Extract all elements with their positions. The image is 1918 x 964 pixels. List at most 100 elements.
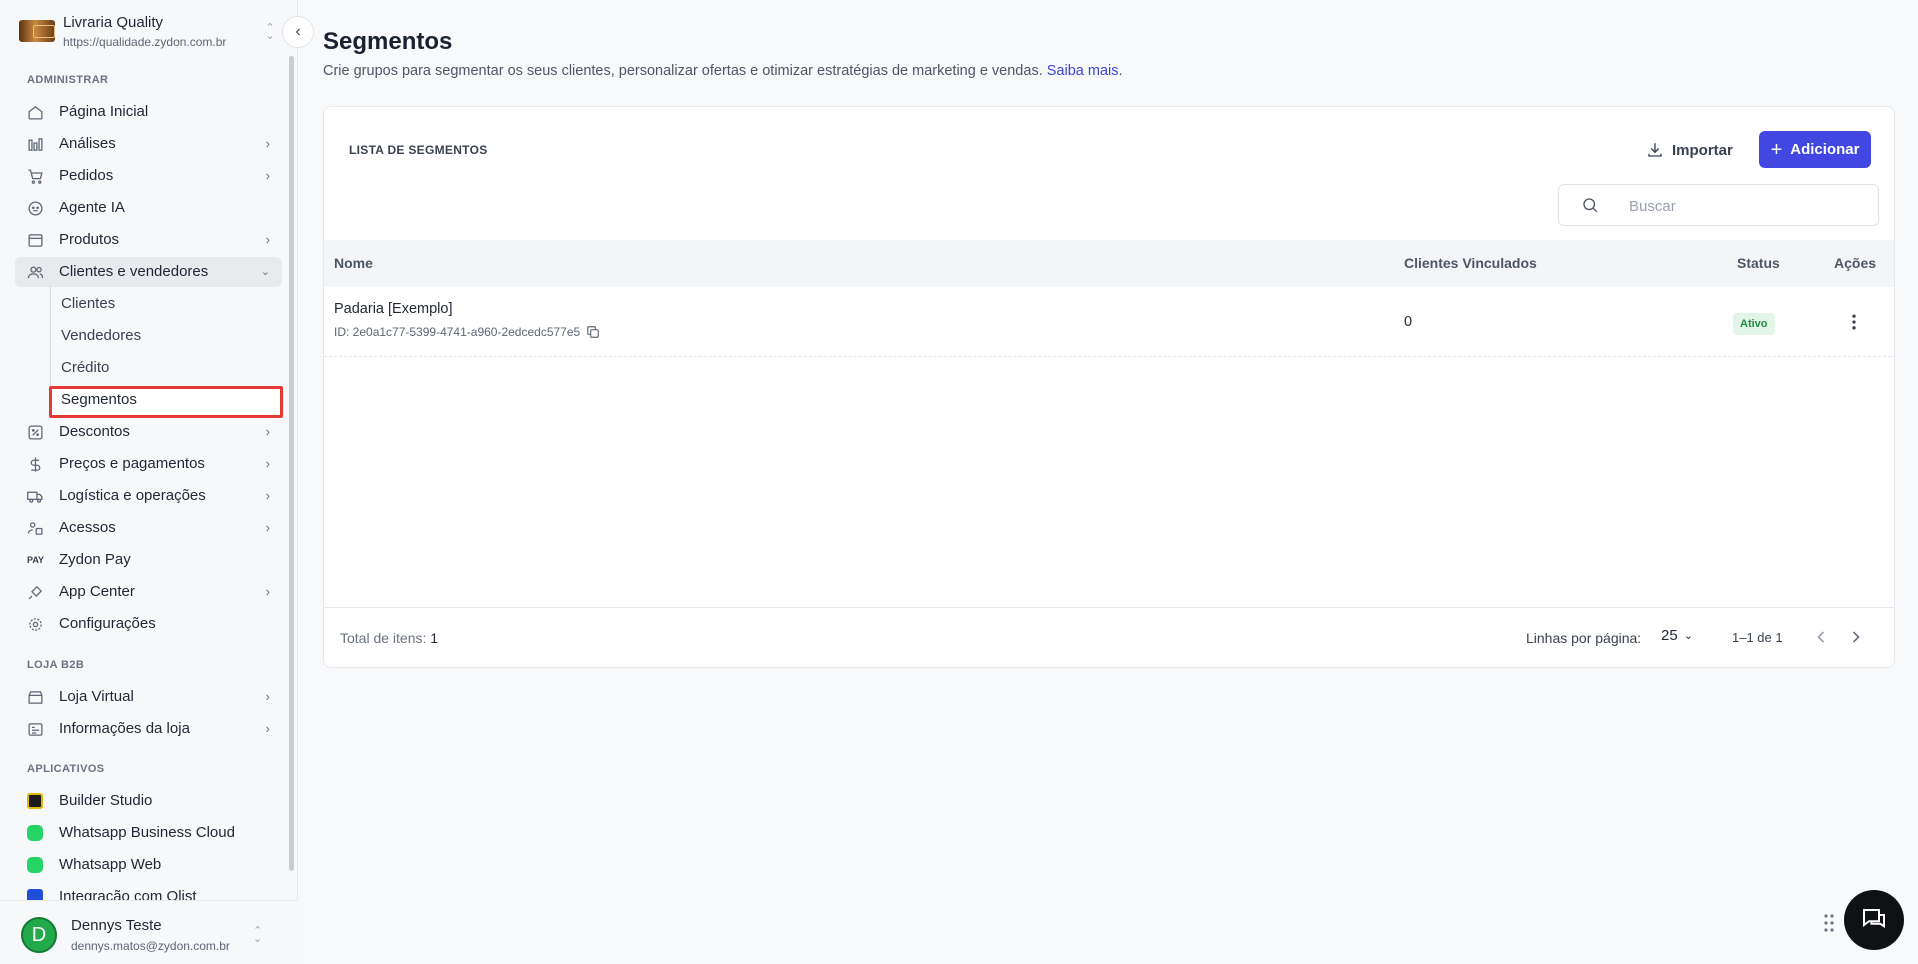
sidebar-subitem-vendedores[interactable]: Vendedores	[61, 324, 141, 348]
segment-id: ID: 2e0a1c77-5399-4741-a960-2edcedc577e5	[334, 325, 600, 339]
avatar: D	[21, 917, 57, 953]
sidebar-app-whatsapp-web[interactable]: Whatsapp Web	[15, 850, 282, 880]
sidebar-item-loja-virtual[interactable]: Loja Virtual ›	[15, 682, 282, 712]
sidebar-item-zydon-pay[interactable]: PAY Zydon Pay	[15, 545, 282, 575]
add-button[interactable]: + Adicionar	[1759, 131, 1871, 168]
segments-card: LISTA DE SEGMENTOS Importar + Adicionar …	[323, 106, 1895, 668]
cart-icon	[28, 169, 43, 184]
sidebar-app-olist[interactable]: Integração com Olist	[15, 882, 282, 900]
sidebar-item-analises[interactable]: Análises ›	[15, 129, 282, 159]
chevron-right-icon: ›	[265, 232, 270, 247]
sidebar-item-label: Builder Studio	[59, 792, 153, 809]
sidebar-item-label: App Center	[59, 583, 135, 600]
chevron-right-icon: ›	[265, 456, 270, 471]
user-menu[interactable]: D Dennys Teste dennys.matos@zydon.com.br…	[0, 900, 298, 964]
column-header-name[interactable]: Nome	[334, 255, 373, 271]
gear-icon	[29, 618, 42, 631]
page-description: Crie grupos para segmentar os seus clien…	[323, 63, 1123, 79]
sidebar-item-produtos[interactable]: Produtos ›	[15, 225, 282, 255]
sidebar-subitem-clientes[interactable]: Clientes	[61, 292, 115, 316]
chevron-right-icon: ›	[265, 584, 270, 599]
copy-icon[interactable]	[586, 325, 600, 339]
sidebar-subitem-segmentos[interactable]: Segmentos	[61, 388, 137, 412]
sidebar-item-clientes-vendedores[interactable]: Clientes e vendedores ⌄	[15, 257, 282, 287]
column-header-actions: Ações	[1834, 255, 1877, 271]
bar-chart-icon	[28, 138, 43, 151]
pay-icon: PAY	[27, 555, 45, 565]
sidebar-app-whatsapp-cloud[interactable]: Whatsapp Business Cloud	[15, 818, 282, 848]
card-title: LISTA DE SEGMENTOS	[349, 143, 488, 157]
table-footer: Total de itens: 1 Linhas por página: 25 …	[324, 607, 1894, 667]
sidebar-item-acessos[interactable]: Acessos ›	[15, 513, 282, 543]
truck-icon	[27, 491, 43, 503]
whatsapp-icon	[27, 857, 43, 873]
rows-per-page-label: Linhas por página:	[1526, 630, 1642, 646]
next-page-icon[interactable]	[1846, 626, 1866, 648]
drag-handle-icon[interactable]	[1823, 912, 1835, 934]
sidebar-item-label: Whatsapp Business Cloud	[59, 824, 235, 841]
more-vertical-icon[interactable]	[1844, 311, 1864, 333]
chevron-down-icon: ⌄	[260, 266, 270, 278]
segment-id-text: ID: 2e0a1c77-5399-4741-a960-2edcedc577e5	[334, 325, 581, 339]
pagination-range: 1–1 de 1	[1732, 630, 1783, 645]
total-items-value: 1	[430, 630, 439, 646]
sidebar-item-label: Análises	[59, 135, 116, 152]
import-button[interactable]: Importar	[1638, 132, 1741, 168]
search-field[interactable]	[1558, 184, 1879, 226]
rows-per-page-value: 25	[1661, 627, 1678, 644]
sidebar-item-logistica[interactable]: Logística e operações ›	[15, 481, 282, 511]
users-icon	[27, 266, 44, 279]
sidebar-item-precos[interactable]: Preços e pagamentos ›	[15, 449, 282, 479]
section-label-apps: APLICATIVOS	[27, 763, 105, 775]
org-switcher[interactable]: Livraria Quality https://qualidade.zydon…	[0, 0, 298, 56]
learn-more-link[interactable]: Saiba mais	[1047, 63, 1119, 79]
chevron-right-icon: ›	[265, 136, 270, 151]
sidebar-item-label: Página Inicial	[59, 103, 149, 120]
sidebar-item-info-loja[interactable]: Informações da loja ›	[15, 714, 282, 744]
page-description-text: Crie grupos para segmentar os seus clien…	[323, 63, 1043, 79]
sidebar-item-label: Descontos	[59, 423, 130, 440]
sidebar: Livraria Quality https://qualidade.zydon…	[0, 0, 298, 964]
add-button-label: Adicionar	[1790, 141, 1860, 158]
olist-icon	[27, 889, 43, 900]
sidebar-item-label: Logística e operações	[59, 487, 206, 504]
user-email: dennys.matos@zydon.com.br	[71, 939, 230, 953]
rows-per-page-select[interactable]: 25 ⌄	[1661, 627, 1693, 644]
search-input[interactable]	[1629, 195, 1859, 217]
sidebar-subitem-credito[interactable]: Crédito	[61, 356, 109, 380]
chat-button[interactable]	[1844, 890, 1904, 950]
org-logo	[19, 20, 55, 42]
sidebar-scrollbar[interactable]	[289, 56, 294, 871]
sidebar-item-label: Whatsapp Web	[59, 856, 162, 873]
org-name: Livraria Quality	[63, 14, 164, 31]
table-header: Nome Clientes Vinculados Status Ações	[324, 240, 1894, 287]
sidebar-item-descontos[interactable]: Descontos ›	[15, 417, 282, 447]
builder-studio-icon	[27, 793, 43, 809]
sidebar-item-app-center[interactable]: App Center ›	[15, 577, 282, 607]
sidebar-item-label: Agente IA	[59, 199, 125, 216]
store-icon	[28, 691, 43, 704]
chevron-up-down-icon[interactable]: ⌃ ⌄	[253, 926, 262, 945]
chevron-right-icon: ›	[265, 424, 270, 439]
sidebar-item-configuracoes[interactable]: Configurações	[15, 609, 282, 639]
chat-icon	[1863, 909, 1885, 929]
section-label-b2b: LOJA B2B	[27, 659, 85, 671]
column-header-clients[interactable]: Clientes Vinculados	[1404, 255, 1537, 271]
table-row[interactable]: Padaria [Exemplo] ID: 2e0a1c77-5399-4741…	[324, 287, 1894, 357]
total-items: Total de itens: 1	[340, 630, 438, 646]
sidebar-app-builder-studio[interactable]: Builder Studio	[15, 786, 282, 816]
section-label-admin: ADMINISTRAR	[27, 74, 109, 86]
chevron-right-icon: ›	[265, 689, 270, 704]
total-items-label: Total de itens:	[340, 630, 427, 646]
robot-icon	[28, 201, 43, 216]
sidebar-item-pedidos[interactable]: Pedidos ›	[15, 161, 282, 191]
access-icon	[27, 522, 43, 535]
sidebar-item-label: Produtos	[59, 231, 120, 248]
chevron-up-down-icon[interactable]: ⌃ ⌄	[263, 23, 277, 42]
sidebar-item-home[interactable]: Página Inicial	[15, 97, 282, 127]
sidebar-item-label: Zydon Pay	[59, 551, 131, 568]
previous-page-icon[interactable]	[1811, 626, 1831, 648]
sidebar-item-agente-ia[interactable]: Agente IA	[15, 193, 282, 223]
sidebar-collapse-button[interactable]: ‹	[282, 16, 314, 48]
column-header-status[interactable]: Status	[1737, 255, 1780, 271]
